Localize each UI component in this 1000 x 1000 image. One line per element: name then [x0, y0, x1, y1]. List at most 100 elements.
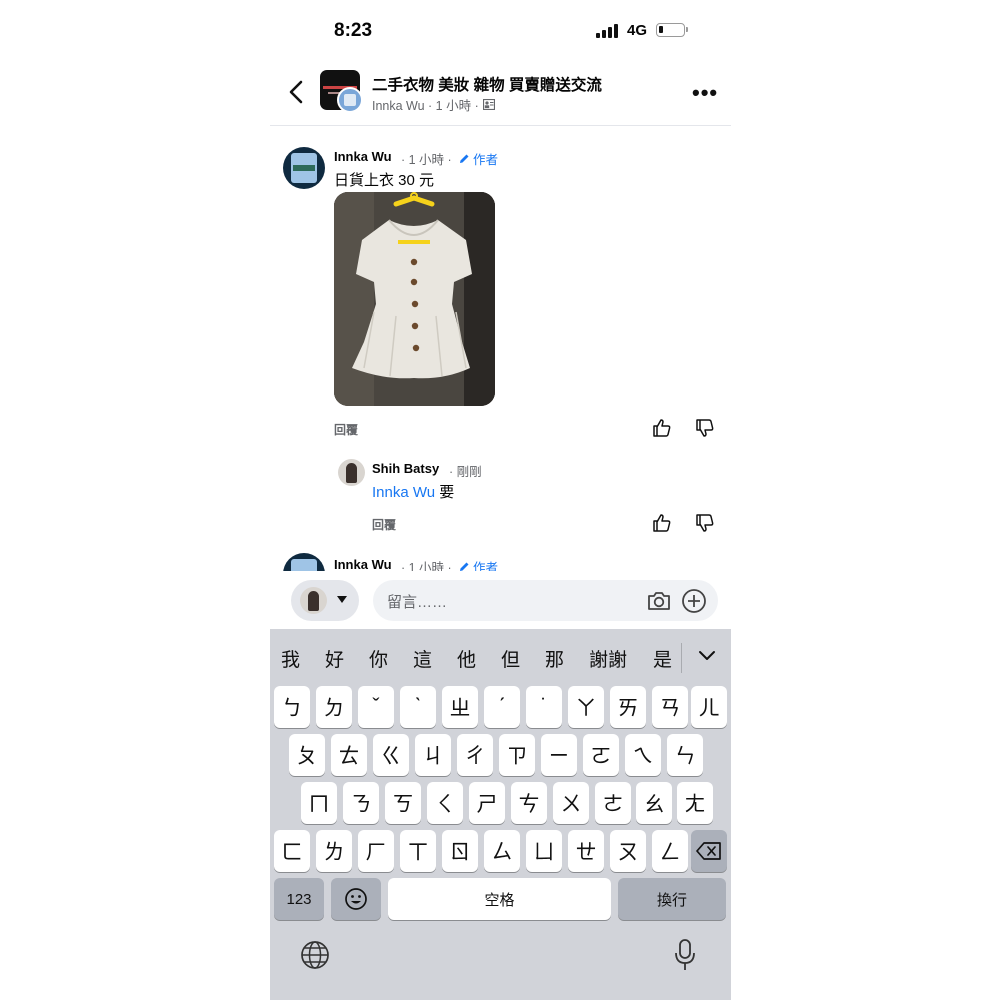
key-zhuyin[interactable]: ㄥ: [652, 830, 688, 872]
key-zhuyin[interactable]: ㄆ: [289, 734, 325, 776]
candidate-word[interactable]: 謝謝: [589, 645, 627, 672]
commenter-name[interactable]: Innka Wu: [334, 557, 392, 572]
commenter-avatar[interactable]: [283, 147, 325, 189]
camera-icon[interactable]: [646, 589, 672, 613]
post-subtitle-text: Innka Wu · 1 小時 ·: [372, 99, 479, 113]
key-zhuyin[interactable]: ˇ: [358, 686, 394, 728]
caret-down-icon: [337, 596, 347, 603]
candidate-word[interactable]: 是: [653, 645, 672, 672]
key-zhuyin[interactable]: ㄨ: [553, 782, 589, 824]
thumbs-up-icon[interactable]: [652, 418, 672, 438]
reply-avatar[interactable]: [338, 459, 365, 486]
key-zhuyin[interactable]: ㄐ: [415, 734, 451, 776]
back-arrow-icon[interactable]: [284, 78, 310, 106]
reply-text: Innka Wu 要: [372, 481, 454, 502]
mention-link[interactable]: Innka Wu: [372, 484, 435, 501]
post-subtitle: Innka Wu · 1 小時 ·: [372, 95, 495, 114]
more-options-icon[interactable]: •••: [692, 80, 718, 106]
poster-avatar: [337, 87, 363, 113]
key-zhuyin[interactable]: ㄔ: [457, 734, 493, 776]
phone-screen: 8:23 4G 二手衣物 美妝 雜物 買賣贈送交流 Innka Wu · 1 小…: [270, 0, 731, 1000]
key-zhuyin[interactable]: ㄜ: [595, 782, 631, 824]
microphone-icon[interactable]: [674, 938, 696, 972]
candidate-bar: 我 好 你 這 他 但 那 謝謝 是: [270, 629, 731, 685]
key-zhuyin[interactable]: ˙: [526, 686, 562, 728]
key-zhuyin[interactable]: ㄤ: [677, 782, 713, 824]
key-zhuyin[interactable]: ㄣ: [667, 734, 703, 776]
candidate-word[interactable]: 這: [413, 645, 432, 672]
key-zhuyin[interactable]: ㄅ: [274, 686, 310, 728]
key-zhuyin[interactable]: ㄌ: [316, 830, 352, 872]
space-key[interactable]: 空格: [388, 878, 611, 920]
key-zhuyin[interactable]: ㄋ: [343, 782, 379, 824]
reply-body: 要: [435, 484, 455, 501]
key-zhuyin[interactable]: ㄘ: [511, 782, 547, 824]
comment-composer: 留言……: [270, 571, 731, 629]
thumbs-down-icon[interactable]: [695, 418, 715, 438]
candidate-word[interactable]: 那: [545, 645, 564, 672]
candidate-word[interactable]: 他: [457, 645, 476, 672]
key-zhuyin[interactable]: ㄟ: [625, 734, 661, 776]
identity-switcher[interactable]: [291, 580, 359, 621]
add-circle-icon[interactable]: [681, 588, 707, 614]
reply-time: · 剛剛: [449, 465, 482, 479]
key-zhuyin[interactable]: ㄗ: [499, 734, 535, 776]
key-zhuyin[interactable]: ㄎ: [385, 782, 421, 824]
author-badge-label: 作者: [473, 153, 499, 167]
key-zhuyin[interactable]: ㄙ: [484, 830, 520, 872]
reply-name[interactable]: Shih Batsy: [372, 461, 439, 476]
globe-icon[interactable]: [300, 940, 330, 970]
comment-input-placeholder: 留言……: [387, 594, 448, 611]
candidate-separator: [681, 643, 682, 673]
return-key[interactable]: 換行: [618, 878, 726, 920]
header-divider: [270, 125, 731, 126]
key-zhuyin[interactable]: ㄢ: [652, 686, 688, 728]
key-zhuyin[interactable]: ㄓ: [442, 686, 478, 728]
key-zhuyin[interactable]: ㄩ: [526, 830, 562, 872]
candidate-word[interactable]: 但: [501, 645, 520, 672]
reply-button[interactable]: 回覆: [334, 421, 358, 438]
key-zhuyin[interactable]: ㄞ: [610, 686, 646, 728]
key-zhuyin[interactable]: ㄠ: [636, 782, 672, 824]
thumbs-up-icon[interactable]: [652, 513, 672, 533]
comment-photo[interactable]: [334, 192, 495, 406]
chevron-down-icon[interactable]: [698, 649, 716, 663]
key-zhuyin[interactable]: ㄑ: [427, 782, 463, 824]
thumbs-down-icon[interactable]: [695, 513, 715, 533]
signal-icon: [596, 24, 618, 38]
candidate-word[interactable]: 好: [325, 645, 344, 672]
commenter-name[interactable]: Innka Wu: [334, 149, 392, 164]
key-zhuyin[interactable]: ㄛ: [583, 734, 619, 776]
key-zhuyin[interactable]: ㄚ: [568, 686, 604, 728]
key-zhuyin[interactable]: ㄏ: [358, 830, 394, 872]
key-zhuyin[interactable]: ㄖ: [442, 830, 478, 872]
battery-icon: [656, 23, 688, 37]
key-zhuyin[interactable]: ㄕ: [469, 782, 505, 824]
reply-button-2[interactable]: 回覆: [372, 516, 396, 533]
key-zhuyin[interactable]: ㄦ: [691, 686, 727, 728]
key-zhuyin[interactable]: ㄡ: [610, 830, 646, 872]
comment-input[interactable]: 留言……: [373, 580, 718, 621]
pencil-icon: [460, 154, 469, 163]
key-zhuyin[interactable]: ㄒ: [400, 830, 436, 872]
backspace-icon: [696, 842, 721, 860]
key-zhuyin[interactable]: ㄈ: [274, 830, 310, 872]
key-zhuyin[interactable]: ㄇ: [301, 782, 337, 824]
key-zhuyin[interactable]: ㄝ: [568, 830, 604, 872]
key-zhuyin[interactable]: ˊ: [484, 686, 520, 728]
emoji-icon: [345, 888, 367, 910]
key-zhuyin[interactable]: ㄍ: [373, 734, 409, 776]
key-zhuyin[interactable]: ˋ: [400, 686, 436, 728]
backspace-key[interactable]: [691, 830, 727, 872]
emoji-key[interactable]: [331, 878, 381, 920]
group-title[interactable]: 二手衣物 美妝 雜物 買賣贈送交流: [372, 73, 602, 95]
numbers-key[interactable]: 123: [274, 878, 324, 920]
key-zhuyin[interactable]: ㄉ: [316, 686, 352, 728]
group-privacy-icon: [482, 99, 495, 110]
candidate-word[interactable]: 我: [281, 645, 300, 672]
key-zhuyin[interactable]: ㄊ: [331, 734, 367, 776]
candidate-word[interactable]: 你: [369, 645, 388, 672]
comment-time: · 1 小時 ·: [401, 153, 452, 167]
key-zhuyin[interactable]: ㄧ: [541, 734, 577, 776]
zhuyin-keyboard: 我 好 你 這 他 但 那 謝謝 是 ㄅ ㄉ ˇ ˋ ㄓ ˊ ˙ ㄚ ㄞ ㄢ ㄦ…: [270, 629, 731, 1000]
